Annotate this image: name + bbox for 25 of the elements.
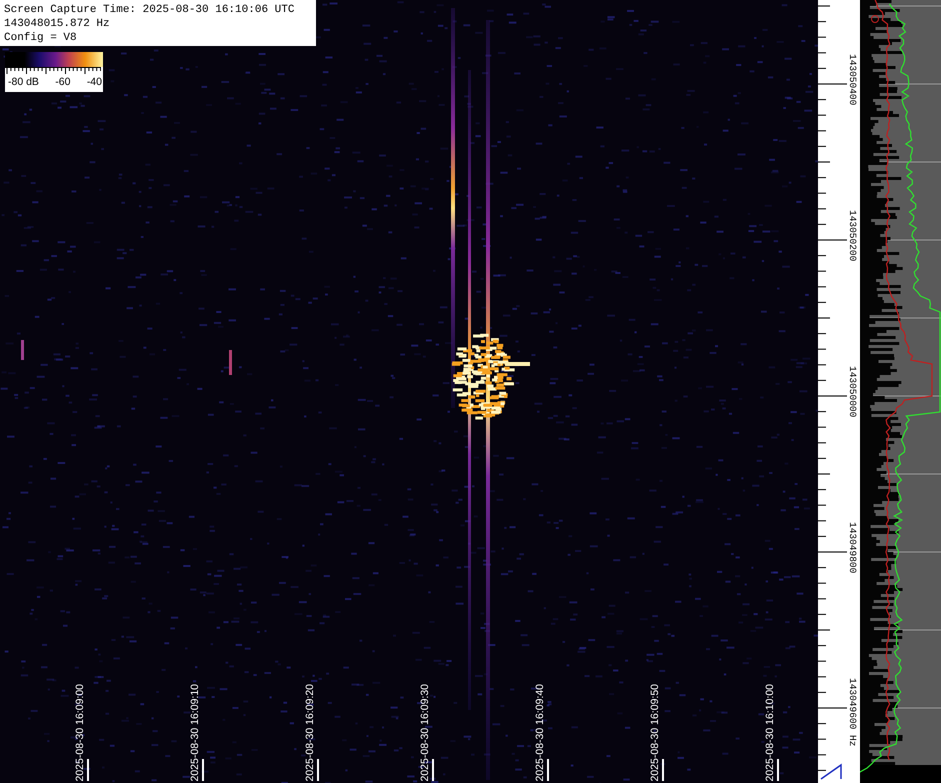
frequency-label: 143050200 — [847, 210, 858, 262]
time-tick — [777, 759, 778, 781]
time-label: 2025-08-30 16:09:00 — [74, 684, 86, 781]
frequency-label: 143050400 — [847, 54, 858, 106]
time-tick — [202, 759, 204, 781]
colorbar-label: -60 — [55, 75, 70, 89]
time-label: 2025-08-30 16:09:40 — [534, 684, 546, 781]
frequency-label: 143049600 Hz — [847, 678, 858, 746]
frequency-label: 143050000 — [847, 366, 858, 418]
frequency-label: 143049800 — [847, 522, 858, 574]
frequency-text: 143048015.872 Hz — [4, 17, 111, 31]
time-tick — [662, 759, 664, 781]
time-label: 2025-08-30 16:09:10 — [189, 684, 201, 781]
time-tick — [432, 759, 434, 781]
capture-time-text: Screen Capture Time: 2025-08-30 16:10:06 UTC — [4, 3, 296, 17]
time-tick — [87, 759, 88, 781]
time-label: 2025-08-30 16:10:00 — [764, 684, 776, 781]
time-label: 2025-08-30 16:09:30 — [419, 684, 431, 781]
config-text: Config = V8 — [4, 31, 78, 45]
time-label: 2025-08-30 16:09:20 — [304, 684, 316, 781]
time-tick — [317, 759, 318, 781]
time-label: 2025-08-30 16:09:50 — [649, 684, 661, 781]
colorbar-label: -40 — [86, 75, 102, 89]
time-tick — [547, 759, 548, 781]
colorbar-label: -80 dB — [8, 75, 39, 89]
